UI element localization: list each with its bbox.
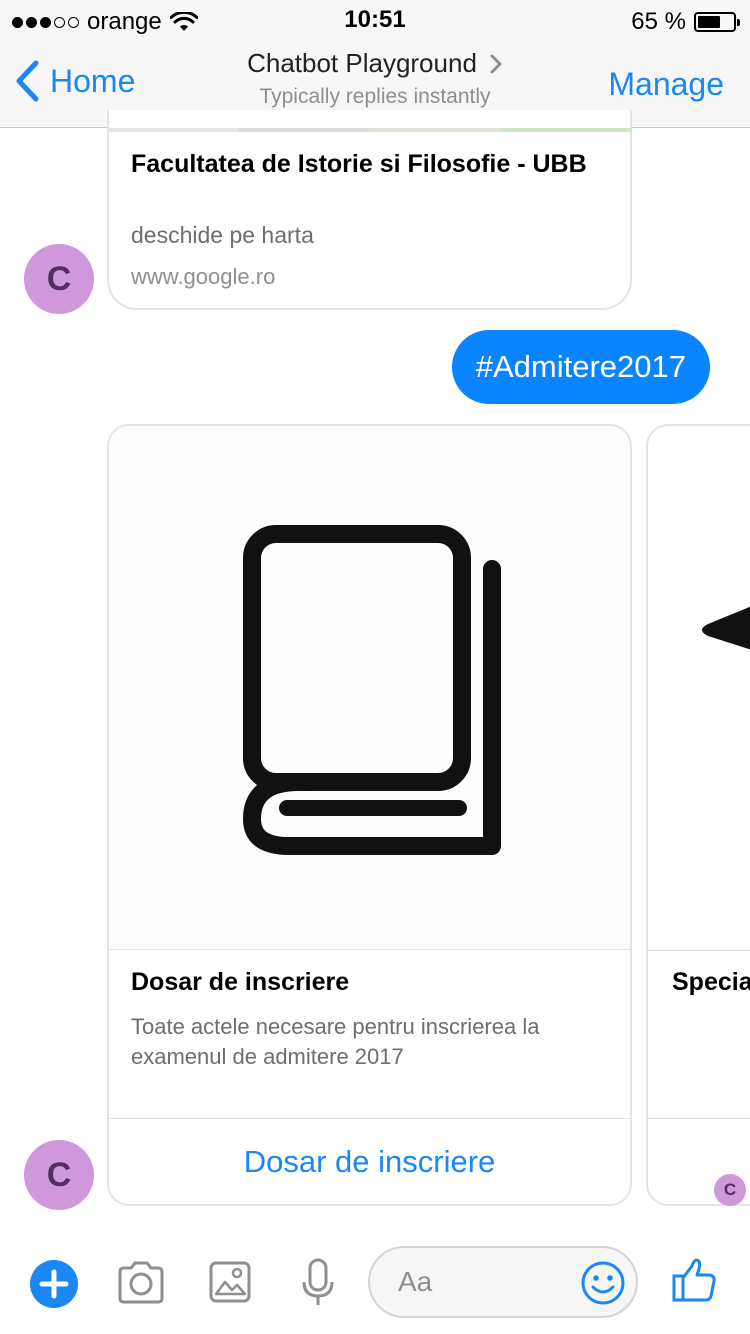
- book-icon: [243, 525, 501, 855]
- microphone-icon: [302, 1258, 334, 1305]
- card-action-button[interactable]: Dosar de inscriere: [109, 1119, 630, 1204]
- map-image-edge: [107, 128, 632, 132]
- thumbs-up-icon: [672, 1258, 716, 1302]
- message-composer: [0, 1230, 750, 1334]
- location-url: www.google.ro: [131, 264, 276, 289]
- location-subtitle: deschide pe harta: [131, 222, 314, 248]
- arrow-icon: [702, 606, 750, 650]
- message-input-field[interactable]: [368, 1246, 638, 1318]
- camera-button[interactable]: [116, 1260, 166, 1311]
- carousel-card[interactable]: Dosar de inscriere Toate actele necesare…: [107, 424, 632, 1206]
- camera-icon: [118, 1261, 164, 1304]
- card-description: Toate actele necesare pentru inscrierea …: [131, 1014, 540, 1069]
- plus-button[interactable]: [30, 1260, 78, 1308]
- microphone-button[interactable]: [300, 1258, 336, 1313]
- card-image: [109, 426, 630, 950]
- bot-avatar[interactable]: C: [24, 244, 94, 314]
- location-title: Facultatea de Istorie si Filosofie - UBB: [131, 150, 587, 178]
- image-button[interactable]: [208, 1260, 252, 1309]
- card-title: Dosar de inscriere: [131, 968, 350, 996]
- battery-icon: [694, 12, 740, 32]
- sent-message-bubble[interactable]: #Admitere2017: [451, 330, 710, 404]
- carousel-card-next[interactable]: Specia: [646, 424, 750, 1206]
- chevron-right-icon: [490, 54, 502, 73]
- card-divider: [648, 950, 750, 951]
- manage-button[interactable]: Manage: [608, 66, 724, 103]
- plus-icon: [39, 1269, 69, 1299]
- battery-level: [698, 16, 721, 28]
- location-card[interactable]: Facultatea de Istorie si Filosofie - UBB…: [107, 110, 632, 310]
- like-button[interactable]: [670, 1256, 718, 1309]
- image-icon: [209, 1261, 251, 1303]
- card-divider: [648, 1118, 750, 1119]
- read-receipt-avatar: C: [714, 1174, 746, 1206]
- message-input[interactable]: [398, 1262, 578, 1302]
- emoji-icon: [581, 1261, 625, 1305]
- emoji-button[interactable]: [580, 1260, 626, 1311]
- bot-avatar[interactable]: C: [24, 1140, 94, 1210]
- status-right: 65 %: [631, 8, 740, 36]
- conversation-title: Chatbot Playground: [247, 48, 477, 78]
- status-bar: orange 10:51 65 %: [0, 0, 750, 40]
- battery-percent: 65 %: [631, 8, 686, 35]
- card-title: Specia: [672, 968, 750, 996]
